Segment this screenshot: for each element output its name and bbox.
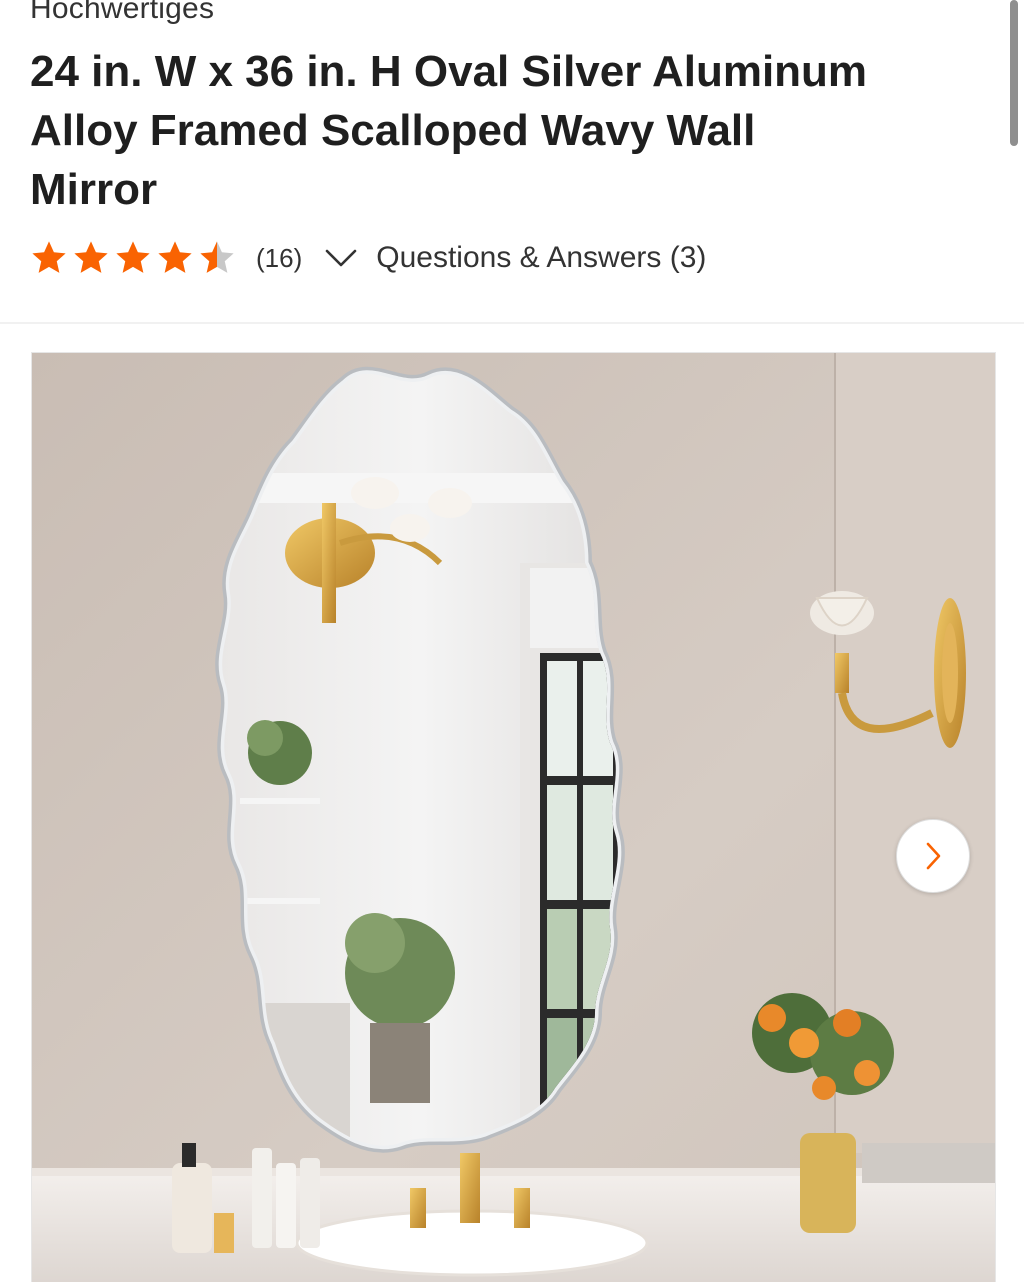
star-icon	[74, 241, 108, 273]
next-image-button[interactable]	[896, 819, 970, 893]
product-title: 24 in. W x 36 in. H Oval Silver Aluminum…	[30, 47, 868, 214]
divider	[0, 322, 1024, 324]
questions-answers-link[interactable]: Questions & Answers (3)	[376, 241, 706, 275]
star-icon	[116, 241, 150, 273]
scrollbar[interactable]	[1010, 0, 1018, 146]
brand-name[interactable]: Hochwertiges	[30, 0, 214, 26]
product-photo	[32, 353, 995, 1282]
star-half-icon	[200, 241, 234, 273]
star-icon	[32, 241, 66, 273]
rating-row: (16) Questions & Answers (3)	[30, 236, 706, 280]
star-rating[interactable]	[30, 239, 240, 277]
review-count[interactable]: (16)	[256, 243, 302, 274]
star-icon	[158, 241, 192, 273]
chevron-down-icon[interactable]	[324, 246, 358, 270]
product-image[interactable]	[31, 352, 996, 1282]
chevron-right-icon	[926, 842, 941, 870]
